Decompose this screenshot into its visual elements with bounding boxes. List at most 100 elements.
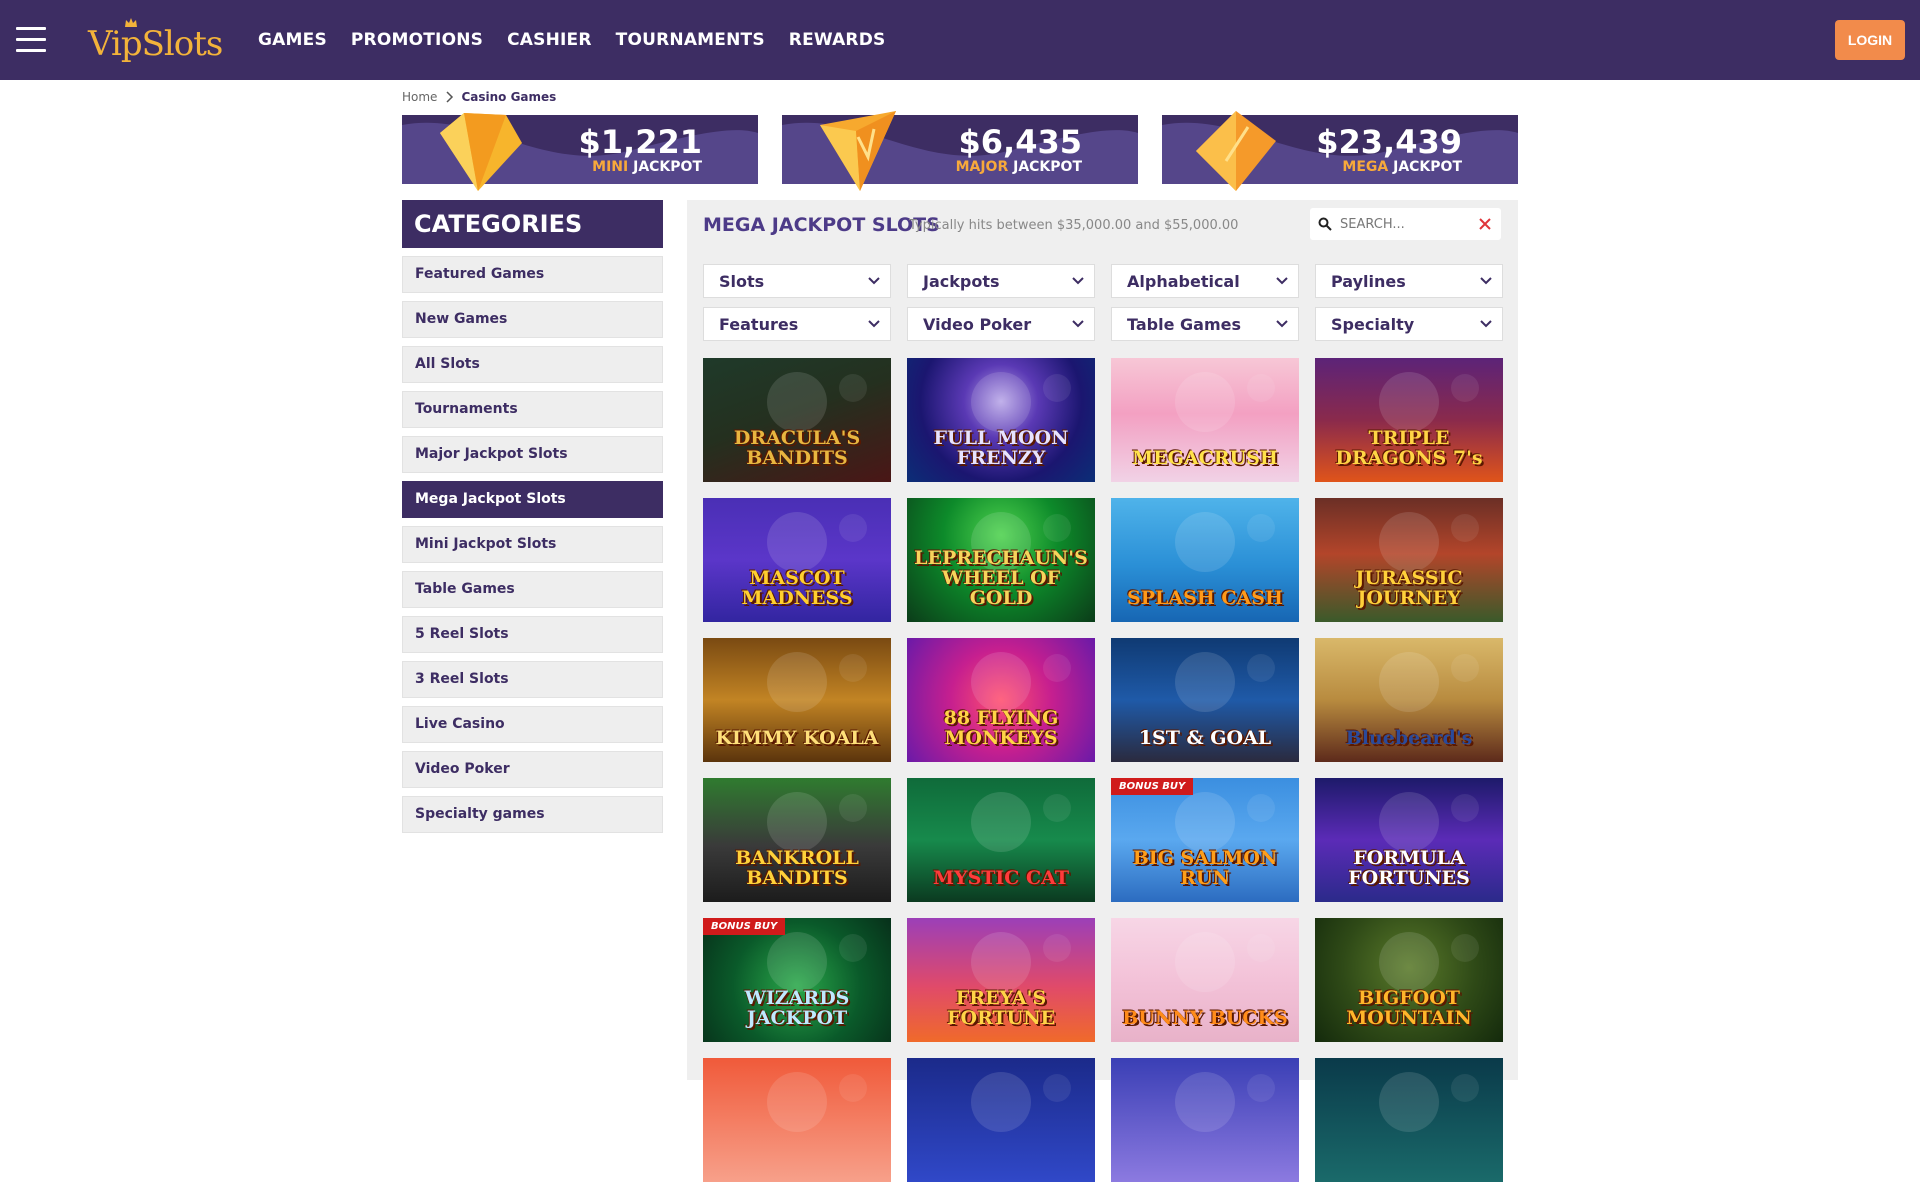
game-tile[interactable]: BONUS BUY WIZARDS JACKPOT <box>703 918 891 1042</box>
game-tile[interactable]: Bluebeard's <box>1315 638 1503 762</box>
diamond-gem-icon <box>440 113 522 191</box>
section-title: MEGA JACKPOT SLOTS <box>703 214 940 236</box>
game-tile[interactable]: MEGACRUSH <box>1111 358 1299 482</box>
category-item[interactable]: 3 Reel Slots <box>402 661 663 698</box>
filter-dropdown[interactable]: Features <box>703 307 891 341</box>
game-title: FORMULA FORTUNES <box>1348 847 1470 889</box>
nav-games[interactable]: GAMES <box>258 30 327 50</box>
filter-dropdown[interactable]: Video Poker <box>907 307 1095 341</box>
game-tile[interactable]: FREYA'S FORTUNE <box>907 918 1095 1042</box>
game-tile[interactable] <box>1315 1058 1503 1182</box>
category-item[interactable]: Live Casino <box>402 706 663 743</box>
game-title: BIG SALMON RUN <box>1132 847 1278 889</box>
category-item[interactable]: Mega Jackpot Slots <box>402 481 663 518</box>
category-item[interactable]: Featured Games <box>402 256 663 293</box>
game-tile[interactable]: BUNNY BUCKS <box>1111 918 1299 1042</box>
filter-dropdown[interactable]: Alphabetical <box>1111 264 1299 298</box>
breadcrumb: Home Casino Games <box>402 90 556 104</box>
game-tile[interactable]: FULL MOON FRENZY <box>907 358 1095 482</box>
filter-label: Features <box>719 315 799 334</box>
filter-dropdown[interactable]: Table Games <box>1111 307 1299 341</box>
game-artwork <box>767 1072 867 1132</box>
game-tile[interactable]: SPLASH CASH <box>1111 498 1299 622</box>
jackpot-label: MINI JACKPOT <box>592 159 702 175</box>
game-tile[interactable]: 88 FLYING MONKEYS <box>907 638 1095 762</box>
filter-label: Specialty <box>1331 315 1415 334</box>
search-icon <box>1318 217 1332 231</box>
filter-label: Alphabetical <box>1127 272 1240 291</box>
nav-tournaments[interactable]: TOURNAMENTS <box>616 30 765 50</box>
game-title: LEPRECHAUN'S WHEEL OF GOLD <box>914 547 1088 609</box>
category-item[interactable]: Specialty games <box>402 796 663 833</box>
game-tile[interactable]: BIGFOOT MOUNTAIN <box>1315 918 1503 1042</box>
category-item[interactable]: 5 Reel Slots <box>402 616 663 653</box>
category-item[interactable]: Table Games <box>402 571 663 608</box>
logo-text: VipSlots <box>88 24 223 64</box>
game-tile[interactable] <box>703 1058 891 1182</box>
game-tile[interactable]: MASCOT MADNESS <box>703 498 891 622</box>
game-title: 88 FLYING MONKEYS <box>943 707 1059 749</box>
filter-dropdown[interactable]: Slots <box>703 264 891 298</box>
breadcrumb-home[interactable]: Home <box>402 90 437 104</box>
game-tile[interactable]: KIMMY KOALA <box>703 638 891 762</box>
game-title: TRIPLE DRAGONS 7's <box>1335 427 1483 469</box>
top-navigation-bar: VipSlots GAMES PROMOTIONS CASHIER TOURNA… <box>0 0 1920 80</box>
categories-heading: CATEGORIES <box>402 200 663 248</box>
section-subtitle: Typically hits between $35,000.00 and $5… <box>909 218 1239 233</box>
site-logo[interactable]: VipSlots <box>88 18 223 64</box>
chevron-down-icon <box>868 320 880 328</box>
game-tile[interactable]: 1ST & GOAL <box>1111 638 1299 762</box>
game-tile[interactable]: TRIPLE DRAGONS 7's <box>1315 358 1503 482</box>
category-item[interactable]: All Slots <box>402 346 663 383</box>
category-item[interactable]: New Games <box>402 301 663 338</box>
filter-label: Slots <box>719 272 765 291</box>
jackpot-suffix: JACKPOT <box>633 159 702 175</box>
game-artwork <box>1379 1072 1479 1132</box>
category-item[interactable]: Video Poker <box>402 751 663 788</box>
category-item[interactable]: Mini Jackpot Slots <box>402 526 663 563</box>
search-input[interactable] <box>1340 208 1470 240</box>
game-tile[interactable]: JURASSIC JOURNEY <box>1315 498 1503 622</box>
jackpot-banner-mega: $23,439 MEGA JACKPOT <box>1162 111 1518 191</box>
hamburger-menu-icon[interactable] <box>16 27 46 53</box>
filter-dropdowns: Slots Jackpots Alphabetical Paylines Feature… <box>703 264 1503 341</box>
clear-search-icon[interactable] <box>1478 217 1492 231</box>
game-tile[interactable] <box>1111 1058 1299 1182</box>
filter-dropdown[interactable]: Paylines <box>1315 264 1503 298</box>
game-title: WIZARDS JACKPOT <box>744 987 850 1029</box>
jackpot-tier: MAJOR <box>955 159 1009 175</box>
filter-label: Jackpots <box>923 272 1000 291</box>
jackpot-amount: $1,221 <box>578 123 702 161</box>
category-item[interactable]: Tournaments <box>402 391 663 428</box>
jackpot-banner-major: $6,435 MAJOR JACKPOT <box>782 111 1138 191</box>
game-tile[interactable]: MYSTIC CAT <box>907 778 1095 902</box>
jackpot-label: MEGA JACKPOT <box>1342 159 1462 175</box>
nav-cashier[interactable]: CASHIER <box>507 30 592 50</box>
chevron-down-icon <box>868 277 880 285</box>
jackpot-banner-mini: $1,221 MINI JACKPOT <box>402 113 758 191</box>
game-title: 1ST & GOAL <box>1138 727 1272 749</box>
game-tile[interactable]: DRACULA'S BANDITS <box>703 358 891 482</box>
filter-dropdown[interactable]: Specialty <box>1315 307 1503 341</box>
chevron-down-icon <box>1480 320 1492 328</box>
game-tile[interactable]: BONUS BUY BIG SALMON RUN <box>1111 778 1299 902</box>
game-artwork <box>971 1072 1071 1132</box>
game-tile[interactable]: BANKROLL BANDITS <box>703 778 891 902</box>
filter-dropdown[interactable]: Jackpots <box>907 264 1095 298</box>
jackpot-amount: $23,439 <box>1316 123 1462 161</box>
category-item[interactable]: Major Jackpot Slots <box>402 436 663 473</box>
jackpot-amount: $6,435 <box>958 123 1082 161</box>
game-tile[interactable]: LEPRECHAUN'S WHEEL OF GOLD <box>907 498 1095 622</box>
game-title: BIGFOOT MOUNTAIN <box>1346 987 1472 1029</box>
game-title: BANKROLL BANDITS <box>735 847 859 889</box>
game-tile[interactable] <box>907 1058 1095 1182</box>
login-button[interactable]: LOGIN <box>1835 20 1905 60</box>
chevron-down-icon <box>1480 277 1492 285</box>
jackpot-tier: MEGA <box>1342 159 1389 175</box>
nav-rewards[interactable]: REWARDS <box>789 30 886 50</box>
game-title: FULL MOON FRENZY <box>933 427 1069 469</box>
game-tile[interactable]: FORMULA FORTUNES <box>1315 778 1503 902</box>
nav-promotions[interactable]: PROMOTIONS <box>351 30 483 50</box>
game-title: FREYA'S FORTUNE <box>946 987 1056 1029</box>
chevron-down-icon <box>1276 320 1288 328</box>
